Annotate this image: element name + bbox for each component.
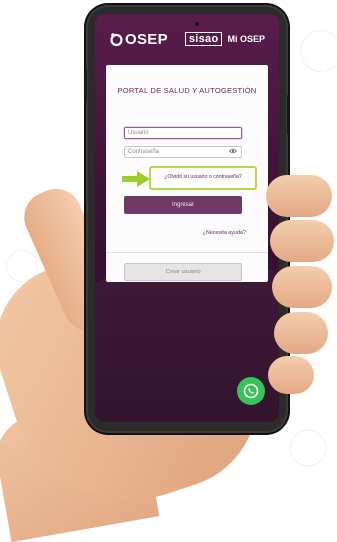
create-user-button[interactable]: Crear usuario: [124, 263, 242, 281]
forgot-highlight: ¿Olvidó su usuario o contraseña?: [149, 166, 257, 190]
hand-finger: [270, 220, 334, 262]
phone-side-button: [287, 95, 289, 135]
username-input[interactable]: Usuario: [124, 127, 242, 139]
arrow-right-icon: [122, 171, 150, 187]
phone-side-button: [85, 70, 87, 100]
divider: [106, 252, 268, 253]
hand-finger: [272, 266, 332, 308]
osep-logo[interactable]: OSEP: [109, 31, 168, 48]
watermark: [290, 430, 326, 466]
eye-icon[interactable]: [228, 148, 238, 158]
login-card: PORTAL DE SALUD Y AUTOGESTIÓN Usuario Co…: [106, 65, 268, 282]
logo-text: OSEP: [125, 30, 168, 48]
whatsapp-button[interactable]: [237, 377, 265, 405]
login-button[interactable]: Ingresar: [124, 196, 242, 214]
username-placeholder: Usuario: [128, 130, 149, 136]
password-input[interactable]: Contraseña: [124, 146, 242, 158]
hand-finger: [268, 356, 314, 394]
page-title: PORTAL DE SALUD Y AUTOGESTIÓN: [117, 86, 257, 95]
phone-screen: OSEP sisao Mi OSEP PORTAL DE SALUD Y AUT…: [95, 14, 279, 422]
brand-links: sisao Mi OSEP: [184, 32, 265, 46]
forgot-password-link[interactable]: ¿Olvidó su usuario o contraseña?: [151, 174, 255, 180]
app-header: OSEP sisao Mi OSEP: [95, 14, 279, 64]
osep-logo-icon: [110, 33, 123, 46]
sisao-logo[interactable]: sisao: [184, 32, 223, 46]
password-placeholder: Contraseña: [128, 149, 160, 155]
watermark: [300, 30, 337, 72]
whatsapp-icon: [243, 383, 259, 399]
hand-finger: [266, 175, 332, 217]
help-link[interactable]: ¿Necesita ayuda?: [203, 230, 246, 236]
mi-osep-label[interactable]: Mi OSEP: [227, 34, 265, 44]
hand-finger: [274, 312, 328, 354]
